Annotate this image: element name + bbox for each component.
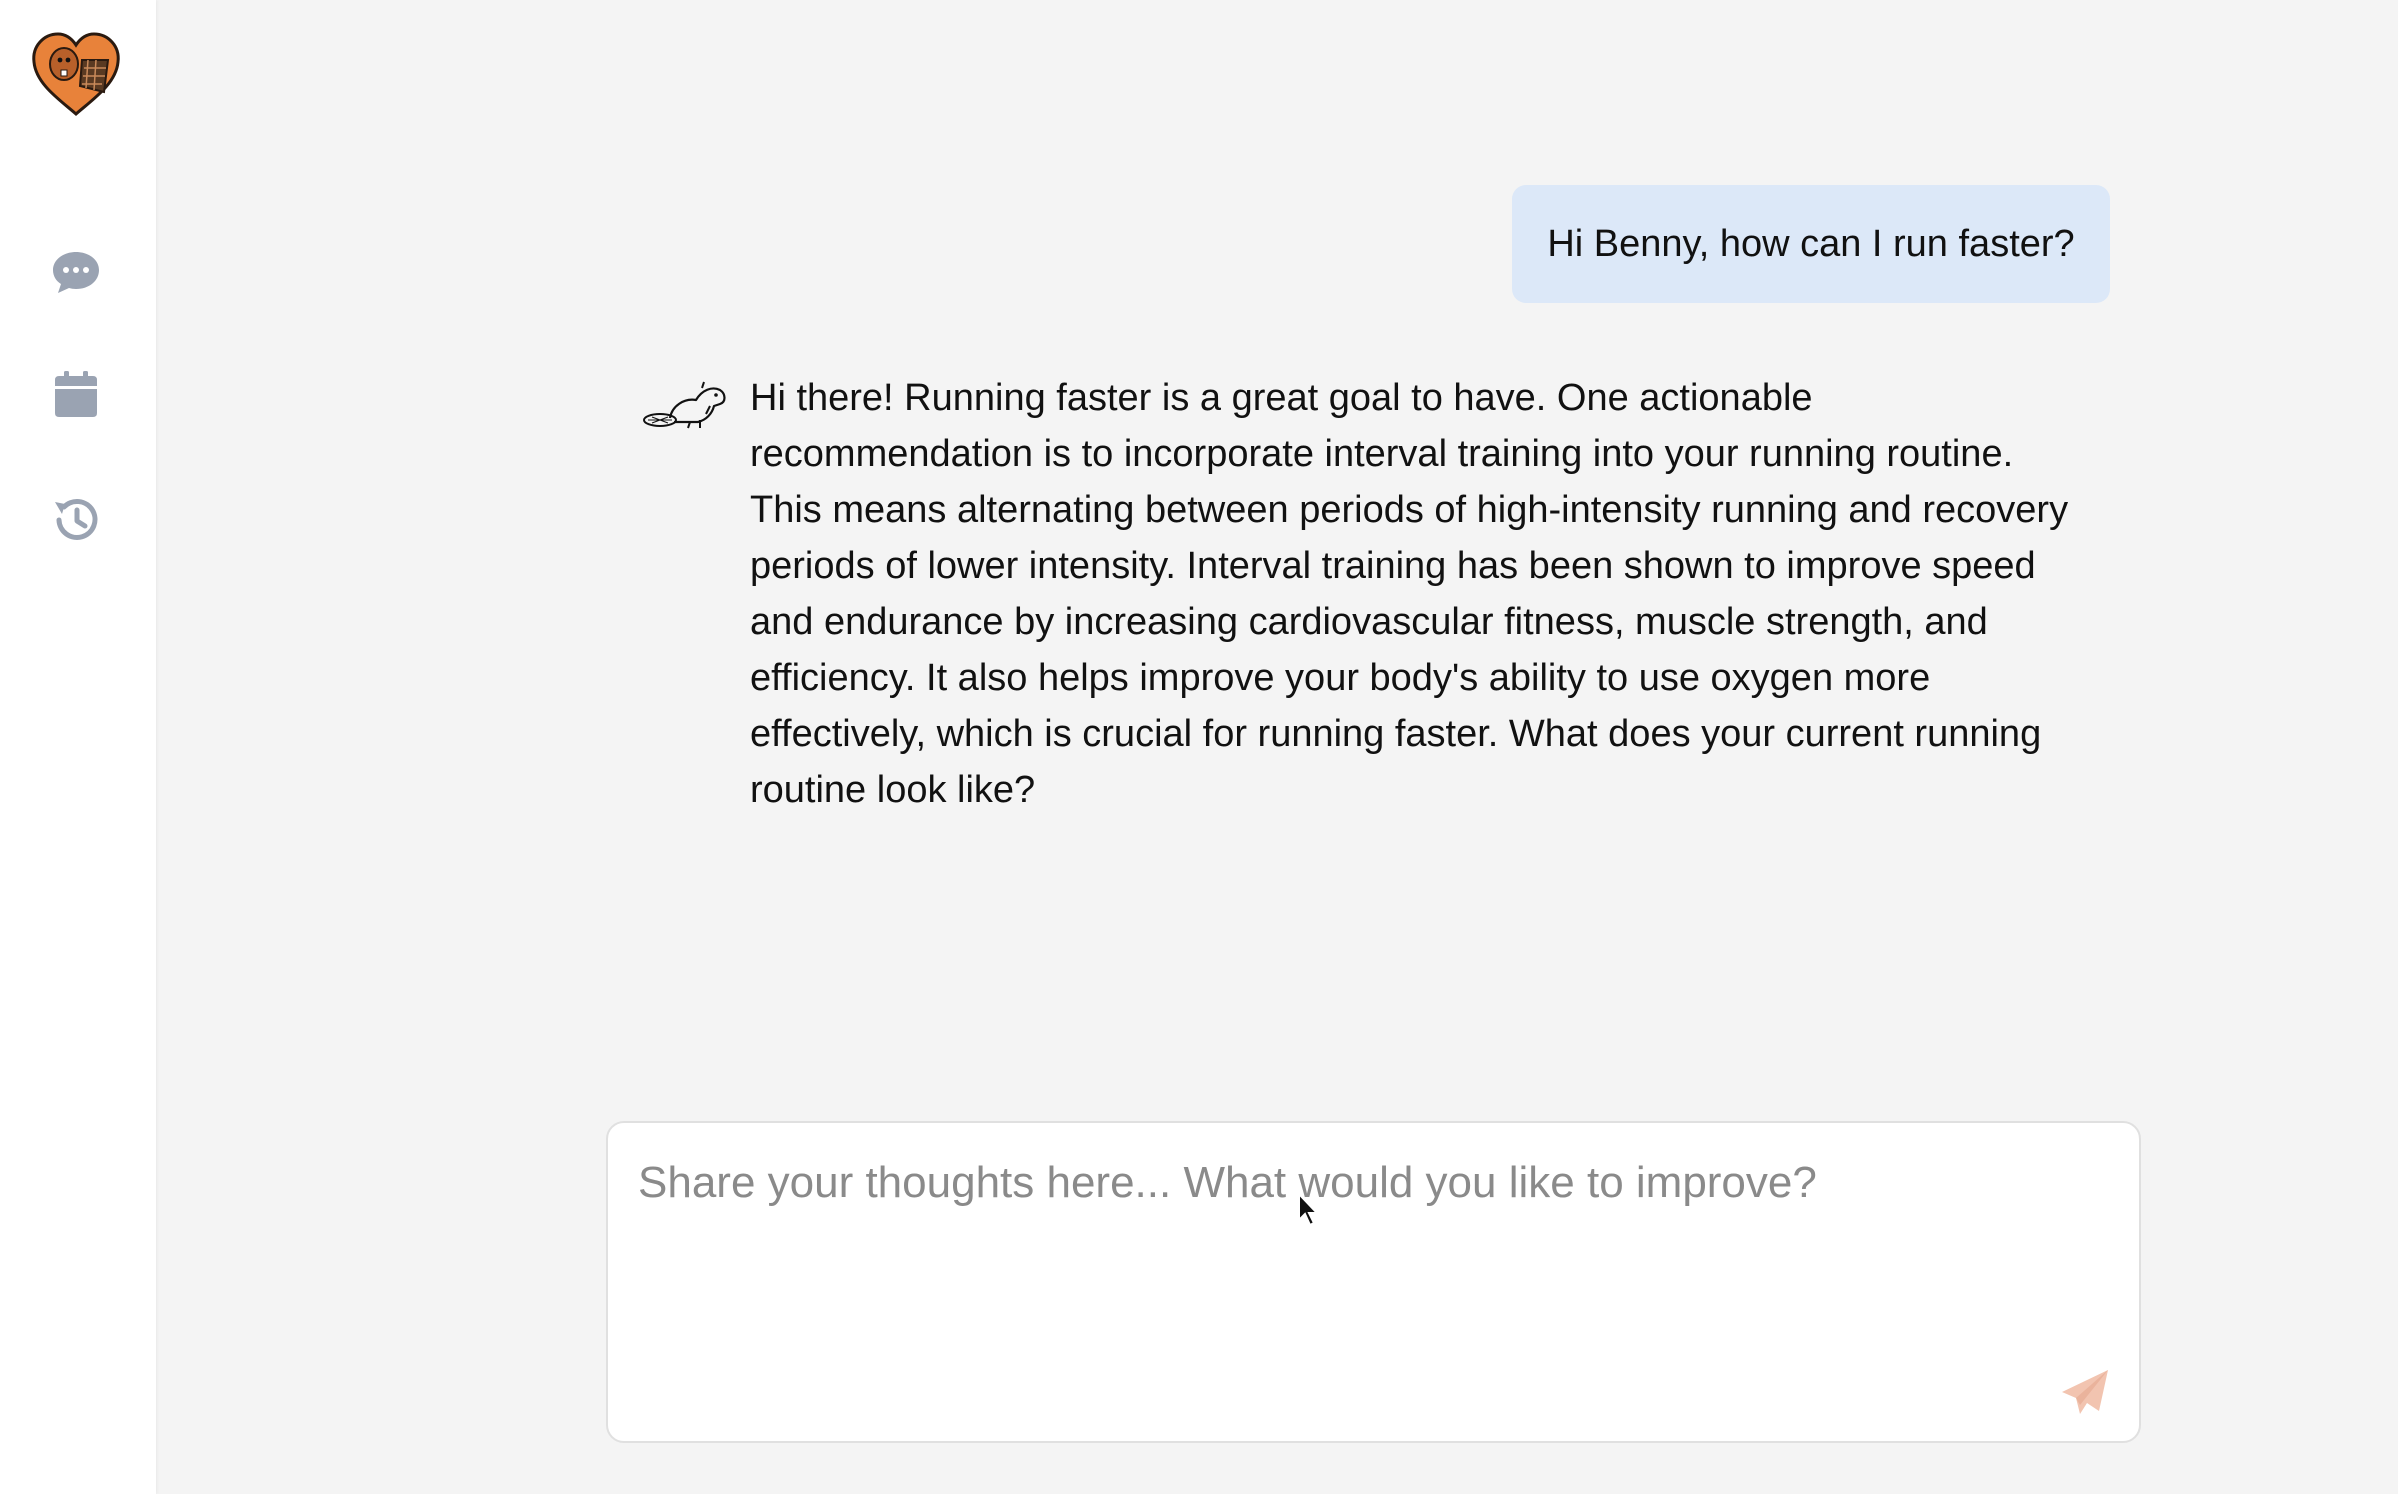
user-message-bubble: Hi Benny, how can I run faster? — [1512, 185, 2110, 303]
message-input[interactable] — [638, 1155, 2078, 1395]
beaver-icon — [640, 376, 728, 432]
nav-calendar-button[interactable] — [38, 356, 114, 432]
history-icon — [55, 498, 98, 540]
send-button[interactable] — [2053, 1361, 2117, 1425]
paper-plane-icon — [2062, 1370, 2108, 1414]
app: Hi Benny, how can I run faster? Hi there… — [0, 0, 2398, 1494]
chat-bubble-icon — [53, 252, 99, 293]
nav-history-button[interactable] — [38, 482, 114, 558]
chat-area: Hi Benny, how can I run faster? Hi there… — [156, 0, 2398, 1494]
calendar-icon — [55, 371, 97, 417]
mouse-cursor-icon — [1297, 1191, 1321, 1228]
assistant-message: Hi there! Running faster is a great goal… — [750, 377, 2069, 811]
message-composer — [606, 1121, 2141, 1443]
sidebar — [0, 0, 156, 1494]
beaver-heart-logo-icon[interactable] — [30, 30, 122, 118]
nav-chat-button[interactable] — [38, 234, 114, 310]
